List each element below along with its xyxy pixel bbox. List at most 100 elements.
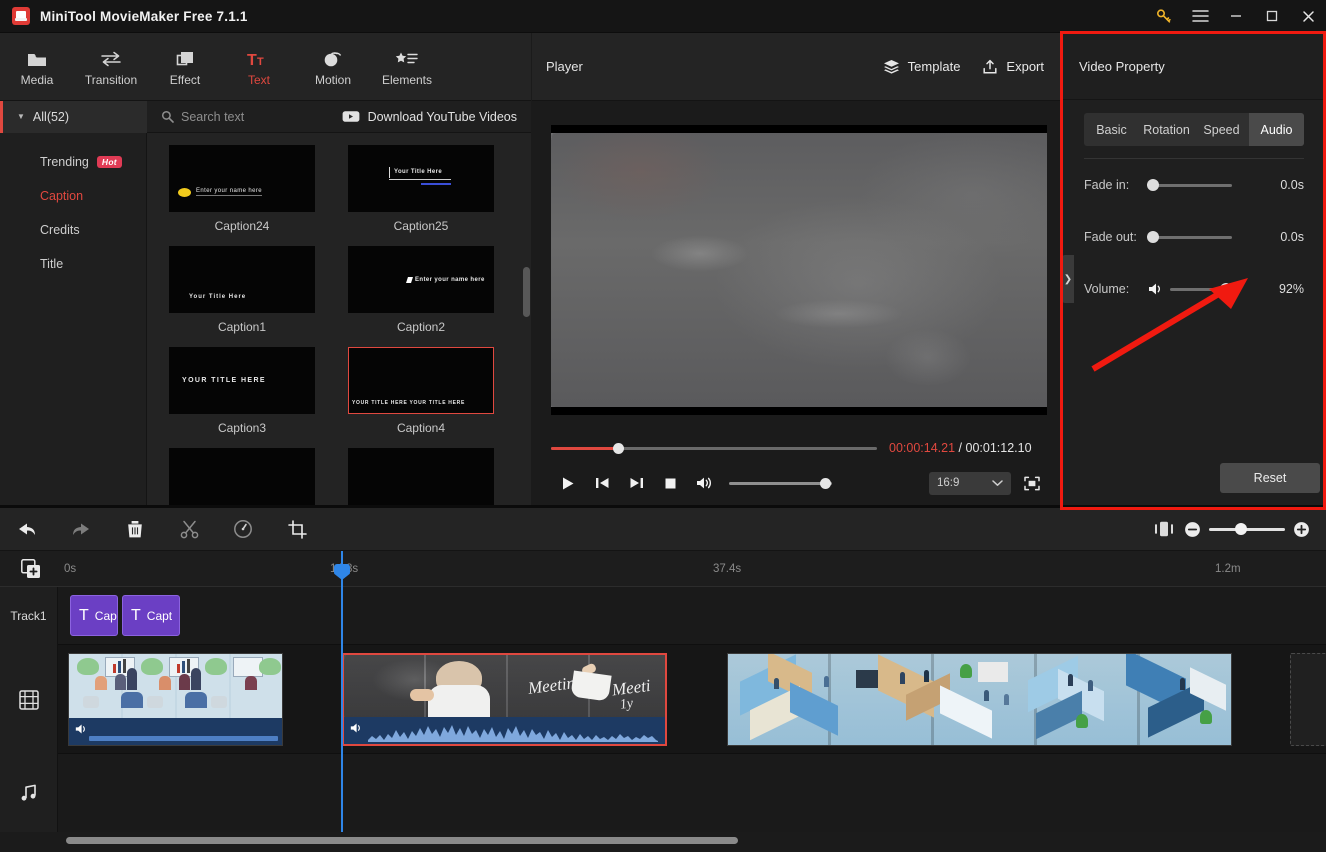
split-view-icon[interactable] [1144,521,1184,537]
crop-icon[interactable] [270,508,324,551]
fade-out-knob[interactable] [1147,231,1159,243]
video-track-lane[interactable]: Meetin Meeti 1y [58,645,1326,754]
template-thumb-next-row-right[interactable] [348,448,494,505]
template-button[interactable]: Template [883,59,961,74]
zoom-out-button[interactable] [1184,521,1201,538]
template-cell[interactable] [169,448,315,505]
template-thumb-caption24[interactable]: Enter your name here [169,145,315,212]
timeline-zoom-slider[interactable] [1209,528,1285,531]
template-cell[interactable]: Enter your name here Caption24 [169,145,315,242]
tab-basic[interactable]: Basic [1084,113,1139,146]
speaker-icon[interactable] [1148,282,1170,296]
category-credits[interactable]: Credits [0,213,146,247]
timeline-playhead[interactable] [341,551,343,832]
player-volume-icon[interactable] [687,469,721,497]
next-frame-button[interactable] [619,469,653,497]
template-cell[interactable]: Your Title Here Caption25 [348,145,494,242]
volume-slider[interactable] [1170,288,1232,291]
library-all-filter[interactable]: ▼ All(52) [0,101,147,133]
timeline-ruler[interactable]: 0s 14.8s 37.4s 1.2m [0,551,1326,587]
seek-slider[interactable] [551,447,877,450]
template-cell[interactable]: Your Title Here Caption1 [169,246,315,343]
previous-frame-button[interactable] [585,469,619,497]
export-button[interactable]: Export [982,59,1044,75]
menu-icon[interactable] [1182,0,1218,33]
video-clip-office-meeting[interactable] [68,653,283,746]
tab-rotation[interactable]: Rotation [1139,113,1194,146]
play-button[interactable] [551,469,585,497]
track-head-audio[interactable] [0,754,58,832]
template-thumb-caption1[interactable]: Your Title Here [169,246,315,313]
category-title[interactable]: Title [0,247,146,281]
template-thumb-caption3[interactable]: YOUR TITLE HERE [169,347,315,414]
reset-button[interactable]: Reset [1220,463,1320,493]
timeline-horizontal-scrollbar[interactable] [66,837,738,844]
template-thumb-caption4[interactable]: YOUR TITLE HERE YOUR TITLE HERE [348,347,494,414]
tab-audio[interactable]: Audio [1249,113,1304,146]
speed-gauge-icon[interactable] [216,508,270,551]
key-icon[interactable] [1146,0,1182,33]
delete-icon[interactable] [108,508,162,551]
fullscreen-button[interactable] [1017,469,1047,497]
timeline-zoom-knob[interactable] [1235,523,1247,535]
seek-knob[interactable] [613,443,624,454]
ribbon-item-transition[interactable]: Transition [74,33,148,100]
text-clip-label: Cap [95,609,117,623]
ribbon-item-media[interactable]: Media [0,33,74,100]
main-ribbon: Media Transition Effect TT Text Motion [0,33,531,101]
text-clip[interactable]: T Cap [70,595,118,636]
category-caption[interactable]: Caption [0,179,146,213]
template-cell[interactable]: YOUR TITLE HERE YOUR TITLE HERE Caption4 [348,347,494,444]
clip-mute-icon[interactable] [350,722,364,734]
minimize-icon[interactable] [1218,0,1254,33]
fade-out-slider[interactable] [1148,236,1232,239]
property-panel-collapse-handle[interactable]: ❯ [1062,255,1074,303]
maximize-icon[interactable] [1254,0,1290,33]
zoom-in-button[interactable] [1293,521,1310,538]
audio-track-lane[interactable] [58,754,1326,832]
video-track-drop-zone[interactable] [1290,653,1326,746]
aspect-ratio-select[interactable]: 16:9 [929,472,1011,495]
search-input[interactable] [181,110,331,124]
stop-button[interactable] [653,469,687,497]
video-clip-chalkboard-teacher[interactable]: Meetin Meeti 1y [342,653,667,746]
video-clip-isometric-office[interactable] [727,653,1232,746]
player-volume-slider[interactable] [729,482,832,485]
library-scrollbar-thumb[interactable] [523,267,530,317]
music-note-icon [19,783,39,803]
tab-label: Audio [1261,123,1293,137]
search-box[interactable] [161,110,331,124]
volume-knob[interactable] [1220,283,1232,295]
template-cell[interactable] [348,448,494,505]
redo-icon[interactable] [54,508,108,551]
add-media-icon[interactable] [21,559,41,579]
ribbon-item-text[interactable]: TT Text [222,33,296,100]
fade-out-row: Fade out: 0.0s [1062,211,1326,263]
template-thumb-caption2[interactable]: Enter your name here [348,246,494,313]
clip-mute-icon[interactable] [75,723,89,735]
template-cell[interactable]: YOUR TITLE HERE Caption3 [169,347,315,444]
fade-in-slider[interactable] [1148,184,1232,187]
fade-in-knob[interactable] [1147,179,1159,191]
ribbon-item-effect[interactable]: Effect [148,33,222,100]
track-head-video[interactable] [0,645,58,754]
template-grid-area[interactable]: Enter your name here Caption24 Your Titl… [147,133,531,505]
template-cell[interactable]: Enter your name here Caption2 [348,246,494,343]
template-thumb-next-row-left[interactable] [169,448,315,505]
template-thumb-caption25[interactable]: Your Title Here [348,145,494,212]
download-youtube-button[interactable]: Download YouTube Videos [342,110,517,124]
text-clip[interactable]: T Capt [122,595,180,636]
close-icon[interactable] [1290,0,1326,33]
clip-thumbnail-strip [69,654,282,718]
player-volume-knob[interactable] [820,478,831,489]
split-scissors-icon[interactable] [162,508,216,551]
track-head-text[interactable]: Track1 [0,587,58,645]
undo-icon[interactable] [0,508,54,551]
player-stage[interactable] [551,125,1047,415]
effect-icon [175,46,195,68]
tab-speed[interactable]: Speed [1194,113,1249,146]
ribbon-item-motion[interactable]: Motion [296,33,370,100]
ribbon-item-elements[interactable]: Elements [370,33,444,100]
category-trending[interactable]: Trending Hot [0,145,146,179]
text-track-lane[interactable]: T Cap T Capt [58,587,1326,645]
